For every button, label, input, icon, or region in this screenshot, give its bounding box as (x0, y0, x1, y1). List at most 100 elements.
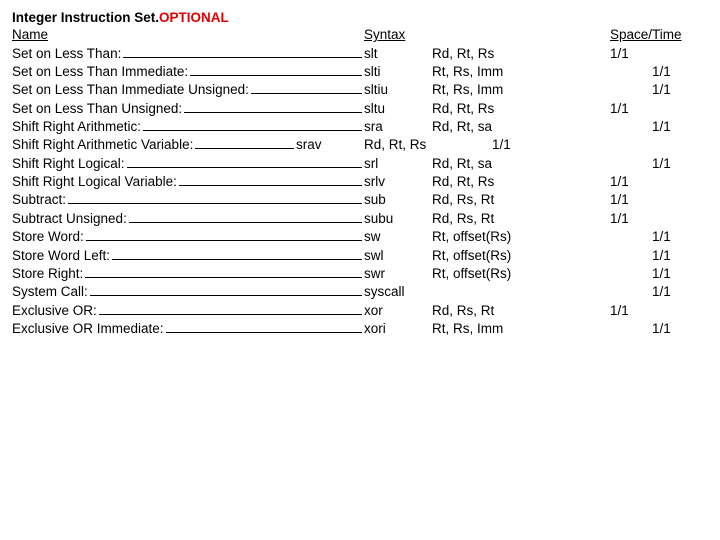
name-label: Subtract Unsigned: (12, 210, 127, 228)
underline-fill (99, 301, 362, 314)
space-time-a: 1/1 (610, 210, 652, 228)
space-time-b: 1/1 (652, 228, 671, 246)
header-space-time: Space/Time (610, 26, 682, 44)
mnemonic: sub (364, 191, 432, 209)
table-row: Subtract: subRd, Rs, Rt1/1 (12, 191, 708, 209)
operands: Rd, Rs, Rt (432, 302, 610, 320)
operands: Rt, Rs, Imm (432, 81, 610, 99)
name-label: Set on Less Than Immediate Unsigned: (12, 81, 249, 99)
operands: Rd, Rt, sa (432, 118, 610, 136)
operands: Rt, offset(Rs) (432, 228, 610, 246)
underline-fill (112, 246, 362, 259)
instruction-name: Subtract Unsigned: (12, 210, 364, 228)
underline-fill (129, 210, 362, 223)
mnemonic: srl (364, 155, 432, 173)
underline-fill (184, 99, 362, 112)
name-label: Subtract: (12, 191, 66, 209)
instruction-name: Set on Less Than Immediate Unsigned: (12, 81, 364, 99)
space-time-b: 1/1 (652, 247, 671, 265)
mnemonic: xor (364, 302, 432, 320)
table-row: Store Word: swRt, offset(Rs) 1/1 (12, 228, 708, 246)
table-row: Shift Right Logical Variable: srlvRd, Rt… (12, 173, 708, 191)
instruction-name: Shift Right Logical Variable: (12, 173, 364, 191)
table-row: Shift Right Arithmetic: sraRd, Rt, sa1/1 (12, 118, 708, 136)
operands: Rd, Rt, Rs (432, 45, 610, 63)
underline-fill (179, 173, 362, 186)
name-label: Set on Less Than Immediate: (12, 63, 188, 81)
mnemonic: srav (296, 136, 364, 154)
space-time-b: 1/1 (652, 283, 671, 301)
underline-fill (195, 136, 294, 149)
instruction-name: Set on Less Than: (12, 44, 364, 62)
name-label: Exclusive OR Immediate: (12, 320, 164, 338)
underline-fill (68, 191, 362, 204)
mnemonic: sltiu (364, 81, 432, 99)
instruction-name: Exclusive OR Immediate: (12, 320, 364, 338)
space-time-a: 1/1 (610, 45, 652, 63)
table-row: Set on Less Than Immediate Unsigned: slt… (12, 81, 708, 99)
underline-fill (86, 228, 362, 241)
mnemonic: slti (364, 63, 432, 81)
column-headers: Name Syntax Space/Time (12, 26, 708, 44)
space-time-b: 1/1 (652, 320, 671, 338)
instruction-name: Shift Right Arithmetic: (12, 118, 364, 136)
table-row: Set on Less Than: sltRd, Rt, Rs1/1 (12, 44, 708, 62)
table-row: System Call: syscall1/1 (12, 283, 708, 301)
instruction-name: Exclusive OR: (12, 301, 364, 319)
header-name: Name (12, 26, 364, 44)
table-row: Set on Less Than Unsigned: sltuRd, Rt, R… (12, 99, 708, 117)
table-row: Shift Right Logical: srlRd, Rt, sa1/1 (12, 155, 708, 173)
mnemonic: sw (364, 228, 432, 246)
operands: Rd, Rt, Rs (432, 100, 610, 118)
mnemonic: srlv (364, 173, 432, 191)
title-prefix: Integer Instruction Set. (12, 10, 159, 25)
operands: Rd, Rs, Rt (432, 191, 610, 209)
space-time-b: 1/1 (652, 63, 671, 81)
instruction-name: Set on Less Than Unsigned: (12, 99, 364, 117)
instruction-set-page: Integer Instruction Set.OPTIONAL Name Sy… (0, 0, 720, 348)
operands: Rd, Rs, Rt (432, 210, 610, 228)
instruction-name: Store Word: (12, 228, 364, 246)
table-row: Subtract Unsigned: subuRd, Rs, Rt1/1 (12, 210, 708, 228)
name-label: Set on Less Than: (12, 45, 121, 63)
name-label: System Call: (12, 283, 88, 301)
name-label: Shift Right Logical: (12, 155, 125, 173)
name-label: Store Word Left: (12, 247, 110, 265)
operands: Rd, Rt, Rs (432, 173, 610, 191)
operands: Rt, Rs, Imm (432, 63, 610, 81)
name-label: Shift Right Arithmetic Variable: (12, 136, 193, 154)
table-row: Set on Less Than Immediate: sltiRt, Rs, … (12, 63, 708, 81)
mnemonic: slt (364, 45, 432, 63)
underline-fill (127, 155, 362, 168)
underline-fill (85, 265, 362, 278)
underline-fill (190, 63, 362, 76)
underline-fill (123, 44, 362, 57)
name-label: Exclusive OR: (12, 302, 97, 320)
operands: Rt, offset(Rs) (432, 265, 610, 283)
name-label: Store Right: (12, 265, 83, 283)
instruction-name: Shift Right Logical: (12, 155, 364, 173)
underline-fill (251, 81, 362, 94)
space-time: 1/1 (492, 136, 511, 154)
title-suffix-optional: OPTIONAL (159, 10, 229, 25)
space-time-a: 1/1 (610, 302, 652, 320)
instruction-name: Store Right: (12, 265, 364, 283)
underline-fill (143, 118, 362, 131)
name-label: Store Word: (12, 228, 84, 246)
operands: Rt, offset(Rs) (432, 247, 610, 265)
instruction-name: System Call: (12, 283, 364, 301)
mnemonic: sra (364, 118, 432, 136)
instruction-name: Store Word Left: (12, 246, 364, 264)
underline-fill (90, 283, 362, 296)
title-line: Integer Instruction Set.OPTIONAL (12, 10, 708, 26)
table-row: Store Right: swrRt, offset(Rs)1/1 (12, 265, 708, 283)
table-row: Exclusive OR Immediate: xoriRt, Rs, Imm1… (12, 320, 708, 338)
operands: Rd, Rt, sa (432, 155, 610, 173)
name-label: Shift Right Arithmetic: (12, 118, 141, 136)
mnemonic: xori (364, 320, 432, 338)
instruction-rows: Set on Less Than:sltRd, Rt, Rs1/1Set on … (12, 44, 708, 338)
name-label: Shift Right Logical Variable: (12, 173, 177, 191)
instruction-name: Shift Right Arithmetic Variable: (12, 136, 296, 154)
mnemonic: sltu (364, 100, 432, 118)
header-syntax: Syntax (364, 26, 610, 44)
